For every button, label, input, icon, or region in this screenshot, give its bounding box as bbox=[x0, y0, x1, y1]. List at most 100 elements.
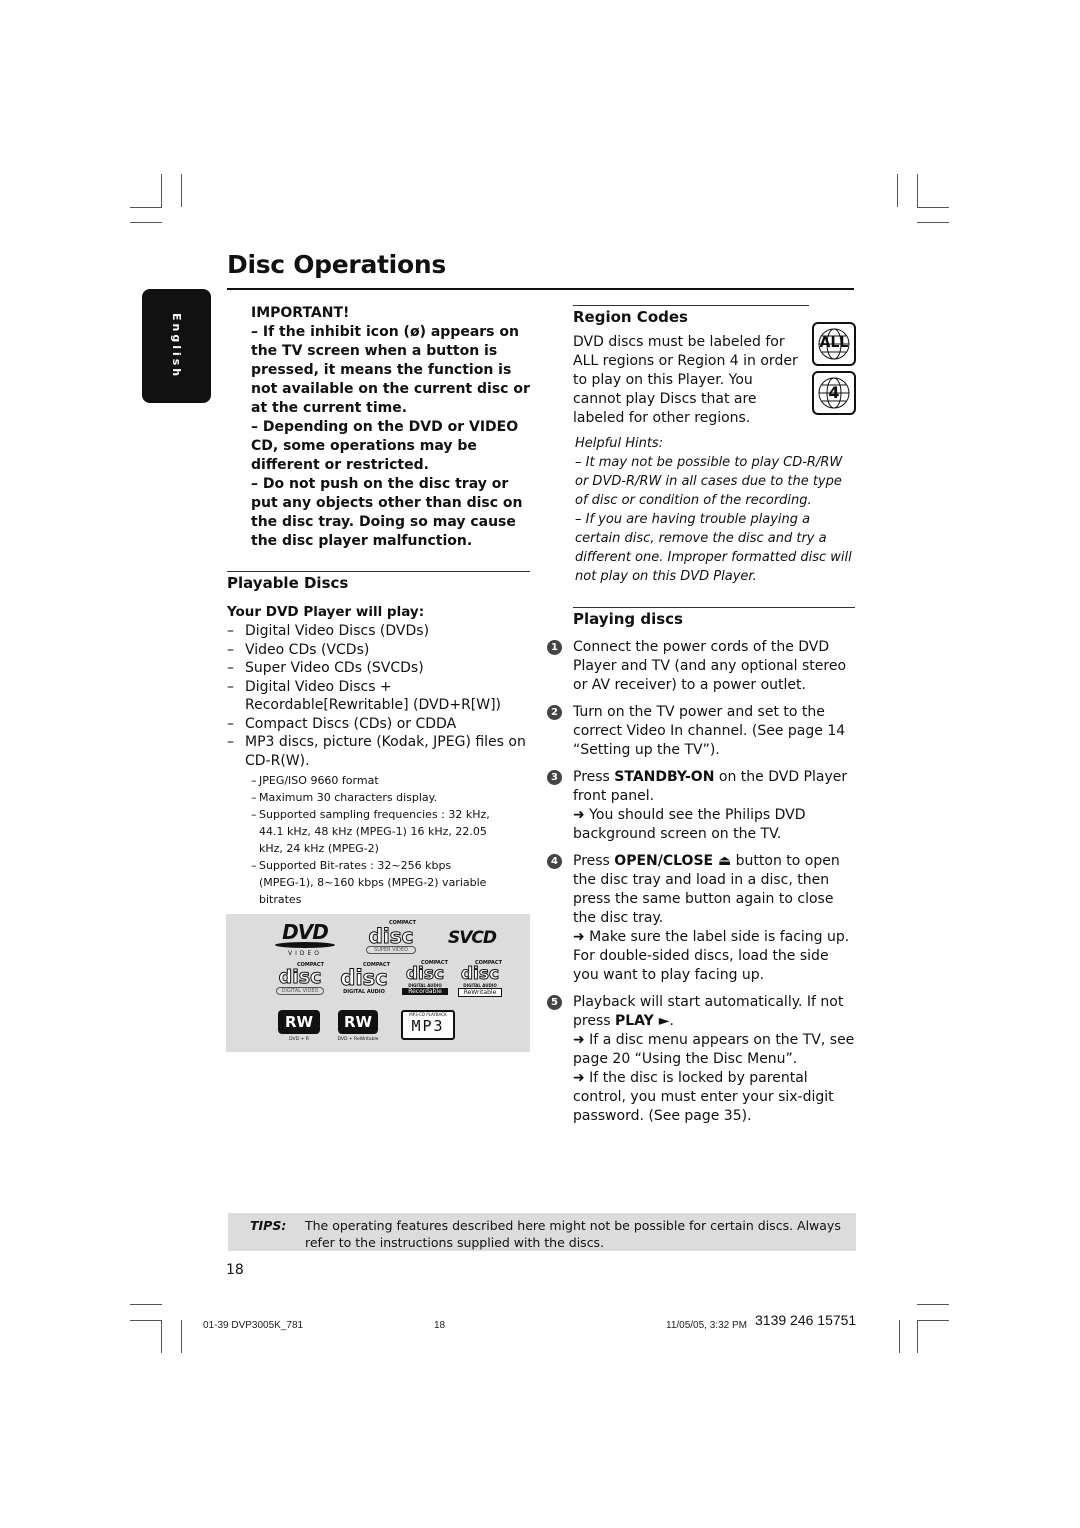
crop-mark bbox=[161, 1320, 162, 1353]
step-number-icon: 5 bbox=[547, 995, 562, 1010]
playable-discs-heading: Playable Discs bbox=[227, 574, 349, 592]
dvd-video-logo: DVD VIDEO bbox=[274, 922, 336, 958]
svcd-label: SVCD bbox=[448, 928, 497, 948]
crop-mark bbox=[917, 1320, 949, 1321]
rw-badge: RW bbox=[338, 1010, 378, 1034]
disc-label: disc bbox=[460, 964, 500, 984]
mp3-cd-logo: MP3-CD PLAYBACK MP3 bbox=[401, 1010, 455, 1040]
crop-mark bbox=[917, 174, 918, 207]
helpful-hints-heading: Helpful Hints: bbox=[575, 436, 664, 451]
list-item: Super Video CDs (SVCDs) bbox=[227, 659, 531, 678]
left-column: IMPORTANT! – If the inhibit icon (ø) app… bbox=[227, 304, 531, 908]
tips-label: TIPS: bbox=[250, 1218, 287, 1233]
dvd-logo-text: DVD bbox=[282, 920, 329, 944]
digital-audio-label: DIGITAL AUDIO bbox=[463, 983, 497, 988]
crop-mark bbox=[181, 1320, 182, 1353]
dvd-plus-rw-logo: RW DVD + ReWritable bbox=[332, 1010, 384, 1046]
crop-mark bbox=[917, 207, 949, 208]
list-item: Compact Discs (CDs) or CDDA bbox=[227, 715, 531, 734]
footer-page: 18 bbox=[434, 1320, 446, 1331]
svcd-logo: SVCD bbox=[448, 928, 508, 950]
button-name: STANDBY-ON bbox=[614, 769, 715, 785]
playable-discs-list: Digital Video Discs (DVDs) Video CDs (VC… bbox=[227, 622, 531, 770]
crop-mark bbox=[917, 1304, 949, 1305]
disc-label: disc bbox=[278, 966, 322, 988]
section-divider bbox=[573, 305, 809, 306]
list-item: Supported sampling frequencies : 32 kHz,… bbox=[251, 806, 491, 857]
tips-box: TIPS: The operating features described h… bbox=[228, 1213, 856, 1251]
recordable-label: Recordable bbox=[402, 988, 448, 995]
cd-digital-video-logo: COMPACT disc DIGITAL VIDEO bbox=[276, 962, 324, 998]
page-number: 18 bbox=[226, 1262, 244, 1278]
button-name: PLAY ► bbox=[615, 1013, 670, 1029]
list-item: Video CDs (VCDs) bbox=[227, 641, 531, 660]
crop-mark bbox=[917, 1320, 918, 1353]
crop-mark bbox=[161, 174, 162, 207]
step-text: Press bbox=[573, 769, 615, 785]
list-item: Digital Video Discs + Recordable[Rewrita… bbox=[227, 678, 531, 715]
step-note: ➜ Make sure the label side is facing up.… bbox=[573, 929, 850, 983]
step-item: 3 Press STANDBY-ON on the DVD Player fro… bbox=[547, 768, 855, 844]
cd-recordable-logo: COMPACT disc DIGITAL AUDIO Recordable bbox=[402, 960, 448, 998]
important-item: – If the inhibit icon (ø) appears on the… bbox=[251, 324, 530, 416]
button-name: OPEN/CLOSE ⏏ bbox=[614, 853, 732, 869]
crop-mark bbox=[130, 222, 162, 223]
dvd-plus-r-logo: RW DVD + R bbox=[278, 1010, 320, 1046]
cd-super-video-logo: COMPACT disc SUPER VIDEO bbox=[366, 920, 416, 958]
region-all-label: ALL bbox=[819, 335, 849, 351]
important-heading: IMPORTANT! bbox=[251, 305, 350, 321]
step-item: 4 Press OPEN/CLOSE ⏏ button to open the … bbox=[547, 852, 855, 985]
crop-mark bbox=[899, 1320, 900, 1353]
list-item: Supported Bit-rates : 32~256 kbps (MPEG-… bbox=[251, 857, 491, 908]
region-4-label: 4 bbox=[828, 383, 840, 402]
region-all-icon: ALL bbox=[812, 322, 856, 366]
step-text: . bbox=[669, 1013, 674, 1029]
step-text: Connect the power cords of the DVD Playe… bbox=[573, 639, 847, 693]
step-text: Playback will start automatically. If no… bbox=[573, 994, 844, 1029]
crop-mark bbox=[897, 174, 898, 207]
digital-audio-label: DIGITAL AUDIO bbox=[343, 989, 385, 995]
dvd-rw-label: DVD + ReWritable bbox=[337, 1037, 379, 1042]
crop-mark bbox=[917, 222, 949, 223]
step-note: ➜ If the disc is locked by parental cont… bbox=[573, 1070, 834, 1124]
cd-rewritable-logo: COMPACT disc DIGITAL AUDIO ReWritable bbox=[458, 960, 502, 998]
step-text: Press bbox=[573, 853, 615, 869]
list-item: Digital Video Discs (DVDs) bbox=[227, 622, 531, 641]
step-note: ➜ If a disc menu appears on the TV, see … bbox=[573, 1032, 855, 1067]
disc-logos-panel: DVD VIDEO COMPACT disc SUPER VIDEO SVCD … bbox=[226, 914, 530, 1052]
crop-mark bbox=[130, 1304, 162, 1305]
crop-mark bbox=[130, 207, 162, 208]
hint-item: – If you are having trouble playing a ce… bbox=[575, 512, 852, 584]
crop-mark bbox=[181, 174, 182, 207]
mp3-label: MP3 bbox=[411, 1017, 445, 1035]
step-text: Turn on the TV power and set to the corr… bbox=[573, 704, 846, 758]
region-4-icon: 4 bbox=[812, 371, 856, 415]
dvd-r-label: DVD + R bbox=[289, 1037, 309, 1042]
page-title: Disc Operations bbox=[227, 250, 446, 279]
title-divider bbox=[227, 288, 854, 290]
language-tab: English bbox=[142, 289, 211, 403]
step-note: ➜ You should see the Philips DVD backgro… bbox=[573, 807, 806, 842]
step-number-icon: 3 bbox=[547, 770, 562, 785]
disc-label: disc bbox=[340, 966, 388, 990]
footer-code: 3139 246 15751 bbox=[755, 1312, 857, 1328]
list-item: MP3 discs, picture (Kodak, JPEG) files o… bbox=[227, 733, 531, 770]
step-item: 1 Connect the power cords of the DVD Pla… bbox=[547, 638, 855, 695]
step-item: 5 Playback will start automatically. If … bbox=[547, 993, 855, 1126]
cd-digital-audio-logo: COMPACT disc DIGITAL AUDIO bbox=[338, 962, 390, 1000]
hint-item: – It may not be possible to play CD-R/RW… bbox=[575, 455, 843, 508]
playable-discs-subheading: Your DVD Player will play: bbox=[227, 604, 425, 620]
playing-discs-section: Playing discs 1 Connect the power cords … bbox=[547, 610, 855, 1134]
rewritable-label: ReWritable bbox=[458, 988, 502, 997]
playing-discs-heading: Playing discs bbox=[573, 610, 683, 628]
disc-label: disc bbox=[368, 924, 414, 948]
list-item: Maximum 30 characters display. bbox=[251, 789, 491, 806]
step-number-icon: 1 bbox=[547, 640, 562, 655]
disc-label: disc bbox=[405, 964, 445, 984]
tips-text: The operating features described here mi… bbox=[305, 1218, 841, 1250]
region-codes-text: DVD discs must be labeled for ALL region… bbox=[573, 334, 798, 426]
footer-date: 11/05/05, 3:32 PM bbox=[666, 1320, 747, 1331]
step-number-icon: 4 bbox=[547, 854, 562, 869]
important-item: – Do not push on the disc tray or put an… bbox=[251, 476, 523, 549]
mp3-details-list: JPEG/ISO 9660 format Maximum 30 characte… bbox=[251, 772, 491, 908]
